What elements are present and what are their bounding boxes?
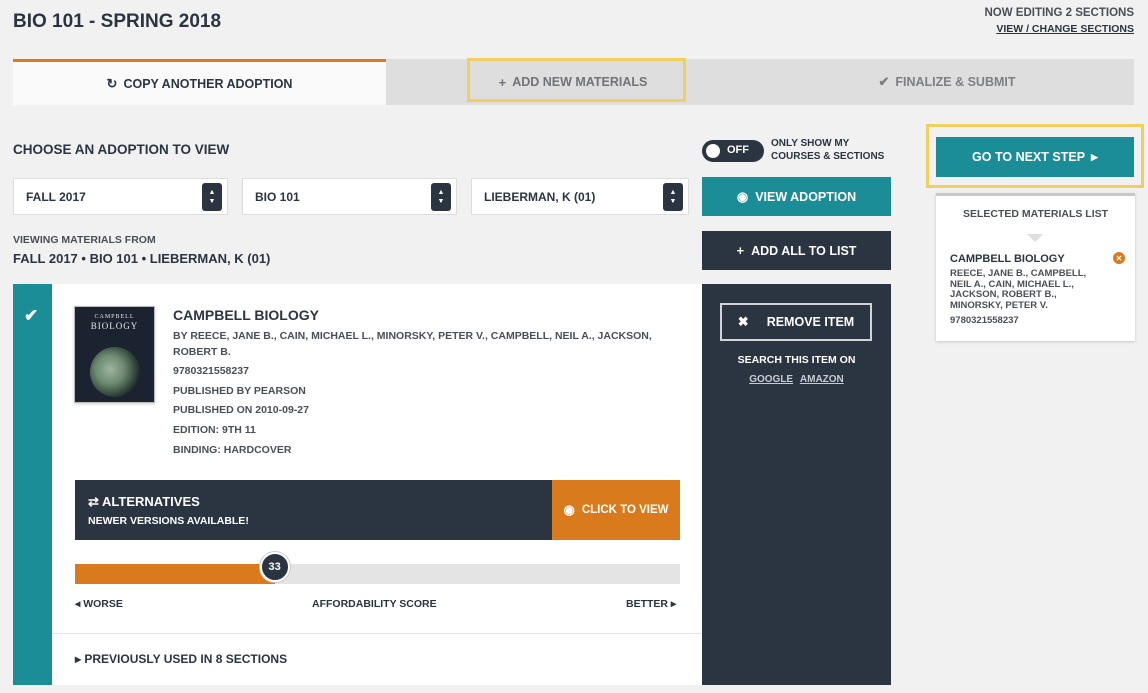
worse-label: ◂ WORSE	[75, 598, 123, 610]
click-to-view-button[interactable]: ◉ CLICK TO VIEW	[552, 480, 680, 540]
book-publisher: PUBLISHED BY PEARSON	[173, 385, 306, 397]
affordability-score-fill	[75, 564, 275, 584]
view-adoption-button[interactable]: ◉ VIEW ADOPTION	[702, 177, 891, 216]
view-change-sections-link[interactable]: VIEW / CHANGE SECTIONS	[984, 23, 1134, 35]
affordability-score-bar: 33	[75, 552, 680, 584]
plus-icon: +	[498, 74, 507, 90]
click-to-view-label: CLICK TO VIEW	[581, 504, 669, 516]
cover-author: CAMPBELL	[94, 314, 135, 320]
selected-item-title: CAMPBELL BIOLOGY	[950, 253, 1065, 265]
book-binding: BINDING: HARDCOVER	[173, 444, 292, 456]
only-show-label-line2: COURSES & SECTIONS	[771, 151, 885, 162]
next-step-label: GO TO NEXT STEP	[972, 150, 1086, 164]
tab-label: COPY ANOTHER ADOPTION	[123, 76, 293, 91]
alternatives-title-text: ALTERNATIVES	[102, 494, 200, 509]
step-tabs: ↻ COPY ANOTHER ADOPTION + ADD NEW MATERI…	[13, 59, 1134, 105]
term-select[interactable]: FALL 2017 ▲ ▼	[13, 178, 228, 215]
caret-right-icon: ▸	[75, 652, 82, 666]
select-arrows-icon: ▲ ▼	[202, 183, 222, 211]
book-edition: EDITION: 9TH 11	[173, 424, 256, 436]
material-actions-panel: ✖ REMOVE ITEM SEARCH THIS ITEM ON GOOGLE…	[702, 284, 891, 685]
add-all-label: ADD ALL TO LIST	[751, 243, 857, 258]
only-show-label-line1: ONLY SHOW MY	[771, 138, 850, 149]
refresh-icon: ↻	[106, 75, 118, 91]
tab-add-new-materials[interactable]: + ADD NEW MATERIALS	[386, 59, 760, 105]
caret-right-icon: ▸	[670, 598, 677, 610]
viewing-from-label: VIEWING MATERIALS FROM	[13, 234, 156, 246]
selected-strip: ✔	[13, 284, 52, 685]
select-arrows-icon: ▲ ▼	[663, 183, 683, 211]
tab-label: FINALIZE & SUBMIT	[895, 75, 1016, 89]
tab-copy-another-adoption[interactable]: ↻ COPY ANOTHER ADOPTION	[13, 59, 386, 105]
eye-icon: ◉	[736, 188, 749, 204]
shuffle-icon: ⇄	[88, 494, 99, 509]
editing-sections-text: NOW EDITING 2 SECTIONS	[984, 7, 1134, 19]
only-show-label: ONLY SHOW MY COURSES & SECTIONS	[771, 137, 901, 163]
term-select-value: FALL 2017	[26, 190, 86, 204]
check-icon: ✔	[24, 306, 39, 325]
toggle-knob	[706, 144, 720, 158]
only-show-my-courses-toggle[interactable]: OFF	[702, 140, 764, 162]
tab-finalize-submit[interactable]: ✔ FINALIZE & SUBMIT	[760, 59, 1134, 105]
choose-adoption-label: CHOOSE AN ADOPTION TO VIEW	[13, 142, 230, 157]
add-all-to-list-button[interactable]: + ADD ALL TO LIST	[702, 231, 891, 270]
caret-left-icon: ◂	[75, 598, 81, 610]
selected-item-authors: REECE, JANE B., CAMPBELL, NEIL A., CAIN,…	[950, 268, 1087, 311]
remove-selected-item-icon[interactable]: ✕	[1113, 252, 1125, 264]
close-icon: ✖	[737, 314, 749, 329]
instructor-select[interactable]: LIEBERMAN, K (01) ▲ ▼	[471, 178, 689, 215]
alternatives-subtitle: NEWER VERSIONS AVAILABLE!	[88, 515, 249, 527]
book-published-on: PUBLISHED ON 2010-09-27	[173, 404, 309, 416]
search-links: GOOGLE AMAZON	[702, 374, 891, 385]
select-arrows-icon: ▲ ▼	[431, 183, 451, 211]
course-select[interactable]: BIO 101 ▲ ▼	[242, 178, 457, 215]
selected-materials-title: SELECTED MATERIALS LIST	[962, 208, 1109, 220]
panel-top-border	[936, 193, 1135, 196]
remove-item-label: REMOVE ITEM	[766, 315, 855, 329]
better-label: BETTER ▸	[626, 598, 677, 610]
go-to-next-step-button[interactable]: GO TO NEXT STEP ▶	[936, 137, 1134, 177]
previously-used-toggle[interactable]: ▸ PREVIOUSLY USED IN 8 SECTIONS	[75, 652, 287, 666]
cover-plant-art	[90, 347, 140, 397]
alternatives-title: ⇄ ALTERNATIVES	[88, 494, 200, 510]
cover-title: BIOLOGY	[90, 321, 139, 331]
remove-item-button[interactable]: ✖ REMOVE ITEM	[720, 303, 872, 341]
page-title: BIO 101 - SPRING 2018	[13, 11, 222, 32]
viewing-from-detail: FALL 2017 • BIO 101 • LIEBERMAN, K (01)	[13, 251, 271, 266]
book-isbn: 9780321558237	[173, 365, 249, 377]
course-select-value: BIO 101	[255, 190, 300, 204]
affordability-score-knob: 33	[259, 552, 290, 582]
pointer-triangle	[1027, 234, 1043, 242]
plus-icon: +	[736, 243, 745, 258]
google-search-link[interactable]: GOOGLE	[749, 374, 793, 385]
affordability-score-label: AFFORDABILITY SCORE	[312, 598, 437, 610]
selected-item-isbn: 9780321558237	[950, 315, 1019, 326]
book-title: CAMPBELL BIOLOGY	[173, 307, 319, 323]
book-cover-image: CAMPBELL BIOLOGY	[74, 306, 155, 403]
tab-label: ADD NEW MATERIALS	[512, 75, 648, 89]
eye-icon: ◉	[563, 502, 575, 517]
divider	[52, 633, 702, 634]
amazon-search-link[interactable]: AMAZON	[800, 374, 844, 385]
toggle-state: OFF	[727, 144, 749, 156]
previously-used-text: PREVIOUSLY USED IN 8 SECTIONS	[84, 652, 288, 666]
check-icon: ✔	[878, 74, 890, 89]
selected-materials-panel: SELECTED MATERIALS LIST CAMPBELL BIOLOGY…	[936, 193, 1135, 341]
alternatives-banner: ⇄ ALTERNATIVES NEWER VERSIONS AVAILABLE!…	[75, 480, 680, 540]
editing-sections-info: NOW EDITING 2 SECTIONS VIEW / CHANGE SEC…	[984, 7, 1134, 35]
material-card: ✔ CAMPBELL BIOLOGY CAMPBELL BIOLOGY BY R…	[13, 284, 891, 685]
search-this-item-label: SEARCH THIS ITEM ON	[737, 354, 856, 366]
book-authors: BY REECE, JANE B., CAIN, MICHAEL L., MIN…	[173, 330, 652, 358]
view-adoption-label: VIEW ADOPTION	[755, 189, 857, 204]
caret-right-icon: ▶	[1091, 151, 1098, 162]
instructor-select-value: LIEBERMAN, K (01)	[484, 190, 596, 204]
